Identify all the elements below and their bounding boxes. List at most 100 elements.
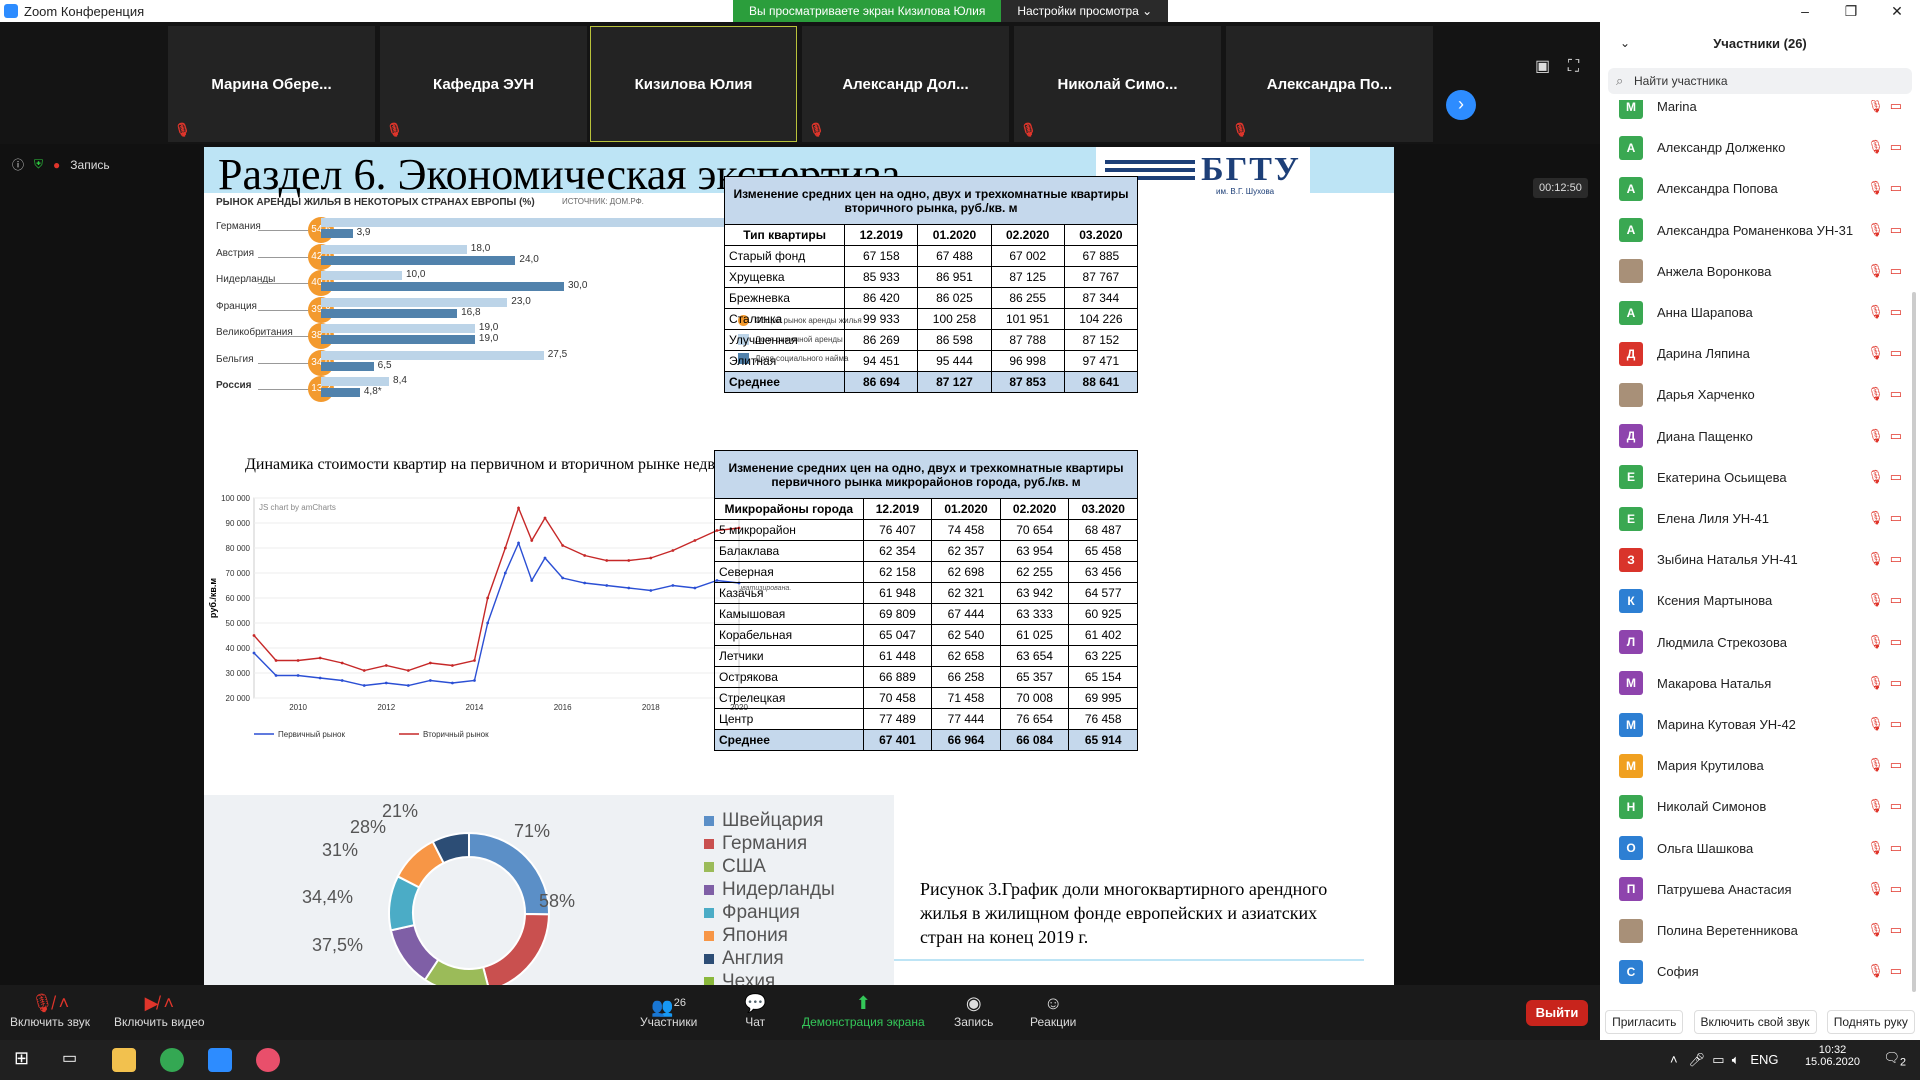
participant-item[interactable]: А Александр Долженко 🎙︎▭ [1600, 127, 1910, 168]
chevron-up-icon[interactable]: ˄ [1670, 1052, 1678, 1067]
participant-item[interactable]: Полина Веретенникова 🎙︎▭ [1600, 910, 1910, 951]
next-thumbnails-icon[interactable]: › [1446, 90, 1476, 120]
participant-item[interactable]: Л Людмила Стрекозова 🎙︎▭ [1600, 622, 1910, 663]
chat-button[interactable]: 💬 Чат [744, 991, 766, 1029]
participant-item[interactable]: А Александра Попова 🎙︎▭ [1600, 168, 1910, 209]
legend-item: Чехия [704, 970, 835, 986]
windows-start-icon[interactable]: ⊞ [14, 1048, 38, 1072]
data-point [627, 559, 631, 562]
security-shield-icon[interactable]: ⛨ [34, 157, 43, 172]
window-title: Zoom Конференция [24, 3, 145, 19]
legend-label: Япония [722, 924, 788, 946]
app-icon[interactable] [256, 1048, 280, 1072]
participant-item[interactable]: Е Екатерина Осьищева 🎙︎▭ [1600, 457, 1910, 498]
participant-item[interactable]: З Зыбина Наталья УН-41 🎙︎▭ [1600, 539, 1910, 580]
table-cell: 64 577 [1068, 582, 1138, 604]
close-icon[interactable]: ✕ [1874, 0, 1920, 22]
mic-muted-icon: 🎙︎ [1867, 592, 1890, 608]
chrome-icon[interactable] [160, 1048, 184, 1072]
minimize-icon[interactable]: – [1782, 0, 1828, 22]
mic-muted-icon: 🎙︎ [1867, 716, 1890, 731]
info-icon[interactable]: ⓘ [12, 156, 24, 173]
table-cell: 95 444 [917, 350, 992, 372]
unmute-button[interactable]: 🎙︎̸ ˄ Включить звук [10, 991, 90, 1029]
participant-item[interactable]: М Макарова Наталья 🎙︎▭ [1600, 663, 1910, 704]
table-cell: 60 925 [1068, 603, 1138, 625]
participant-item[interactable]: К Ксения Мартынова 🎙︎▭ [1600, 580, 1910, 621]
participant-item[interactable]: С София 🎙︎▭ [1600, 951, 1910, 992]
market-share-bar [321, 350, 544, 360]
legend-label: Нидерланды [722, 878, 835, 900]
table-cell: 77 444 [931, 708, 1001, 730]
restore-icon[interactable]: ❐ [1828, 0, 1874, 22]
participants-button[interactable]: 👥26 Участники [640, 991, 697, 1029]
legend-swatch [704, 907, 714, 918]
average-cell: 86 694 [844, 371, 919, 393]
video-thumbnail[interactable]: Марина Обере... 🎙︎ [168, 26, 375, 142]
table-cell: 87 344 [1063, 287, 1139, 309]
table-row: Казачья 61 948 62 321 63 942 64 577 [714, 582, 1138, 604]
gallery-view-icon[interactable]: ▣ [1535, 58, 1550, 75]
video-thumbnail[interactable]: Николай Симо... 🎙︎ [1014, 26, 1221, 142]
average-cell: 88 641 [1063, 371, 1139, 393]
participant-name: Александр Дол... [842, 75, 969, 93]
clock[interactable]: 10:32 15.06.2020 [1805, 1044, 1860, 1068]
view-options-button[interactable]: Настройки просмотра ⌄ [1001, 0, 1169, 22]
data-point [627, 586, 631, 590]
participant-item[interactable]: Н Николай Симонов 🎙︎▭ [1600, 786, 1910, 827]
participant-item[interactable]: А Анна Шарапова 🎙︎▭ [1600, 292, 1910, 333]
file-explorer-icon[interactable] [112, 1048, 136, 1072]
country-label: Россия [216, 380, 252, 391]
participant-item[interactable]: Дарья Харченко 🎙︎▭ [1600, 374, 1910, 415]
table-cell: 63 333 [999, 603, 1070, 625]
participant-item[interactable]: Е Елена Лиля УН-41 🎙︎▭ [1600, 498, 1910, 539]
participant-item[interactable]: А Александра Романенкова УН-31 🎙︎▭ [1600, 210, 1910, 251]
zoom-app-icon[interactable] [208, 1048, 232, 1072]
share-screen-button[interactable]: ⬆ Демонстрация экрана [802, 991, 925, 1029]
table-cell: 61 948 [862, 582, 933, 604]
record-button[interactable]: ◉ Запись [954, 991, 993, 1029]
participant-item[interactable]: M Marina 🎙︎▭ [1600, 100, 1910, 127]
participant-item[interactable]: Анжела Воронкова 🎙︎▭ [1600, 251, 1910, 292]
participants-scrollbar[interactable] [1912, 292, 1916, 992]
table-cell: 5 микрорайон [714, 519, 864, 541]
invite-button[interactable]: Пригласить [1605, 1009, 1684, 1034]
reactions-button[interactable]: ☺ Реакции [1030, 991, 1076, 1029]
table-cell: 65 357 [999, 666, 1070, 688]
video-thumbnail[interactable]: Кафедра ЭУН 🎙︎ [380, 26, 587, 142]
participant-item[interactable]: Д Диана Пащенко 🎙︎▭ [1600, 416, 1910, 457]
table-cell: 63 456 [1068, 561, 1138, 583]
participant-name: Кафедра ЭУН [433, 75, 534, 93]
raise-hand-button[interactable]: Поднять руку [1826, 1009, 1915, 1034]
mic-tray-icon[interactable]: 🎤︎ [1688, 1052, 1705, 1067]
data-point [428, 679, 432, 682]
start-video-button[interactable]: ▶︎̸ ˄ Включить видео [114, 991, 205, 1029]
video-thumbnail[interactable]: Александра По... 🎙︎ [1226, 26, 1433, 142]
volume-icon[interactable]: 🔈︎ [1732, 1052, 1740, 1067]
fullscreen-icon[interactable]: ⛶ [1568, 58, 1579, 75]
legend-swatch [704, 861, 714, 872]
participant-item[interactable]: Д Дарина Ляпина 🎙︎▭ [1600, 333, 1910, 374]
language-indicator[interactable]: ENG [1750, 1052, 1778, 1067]
mic-muted-icon: 🎙︎ [174, 122, 191, 137]
social-share-label: 19,0 [478, 333, 499, 344]
unmute-self-button[interactable]: Включить свой звук [1693, 1009, 1817, 1034]
leave-button[interactable]: Выйти [1526, 1000, 1588, 1026]
table-cell: 87 788 [990, 329, 1065, 351]
participant-item[interactable]: П Патрушева Анастасия 🎙︎▭ [1600, 869, 1910, 910]
participant-item[interactable]: М Марина Кутовая УН-42 🎙︎▭ [1600, 704, 1910, 745]
data-point [649, 556, 653, 560]
video-thumbnail[interactable]: Кизилова Юлия [590, 26, 797, 142]
video-thumbnail[interactable]: Александр Дол... 🎙︎ [802, 26, 1009, 142]
participant-name: Марина Обере... [211, 75, 332, 93]
table-cell: 62 321 [931, 582, 1001, 604]
participant-item[interactable]: М Мария Крутилова 🎙︎▭ [1600, 745, 1910, 786]
task-view-icon[interactable]: ▭ [62, 1048, 86, 1072]
network-icon[interactable]: ▭ [1712, 1052, 1724, 1067]
legend-swatch [704, 838, 714, 849]
participant-name: Патрушева Анастасия [1657, 881, 1792, 897]
table-cell: 63 942 [999, 582, 1070, 604]
search-participant-input[interactable]: ⌕ Найти участника [1608, 68, 1912, 94]
participant-item[interactable]: О Ольга Шашкова 🎙︎▭ [1600, 828, 1910, 869]
notifications-icon[interactable]: 🗨︎2 [1883, 1050, 1906, 1069]
